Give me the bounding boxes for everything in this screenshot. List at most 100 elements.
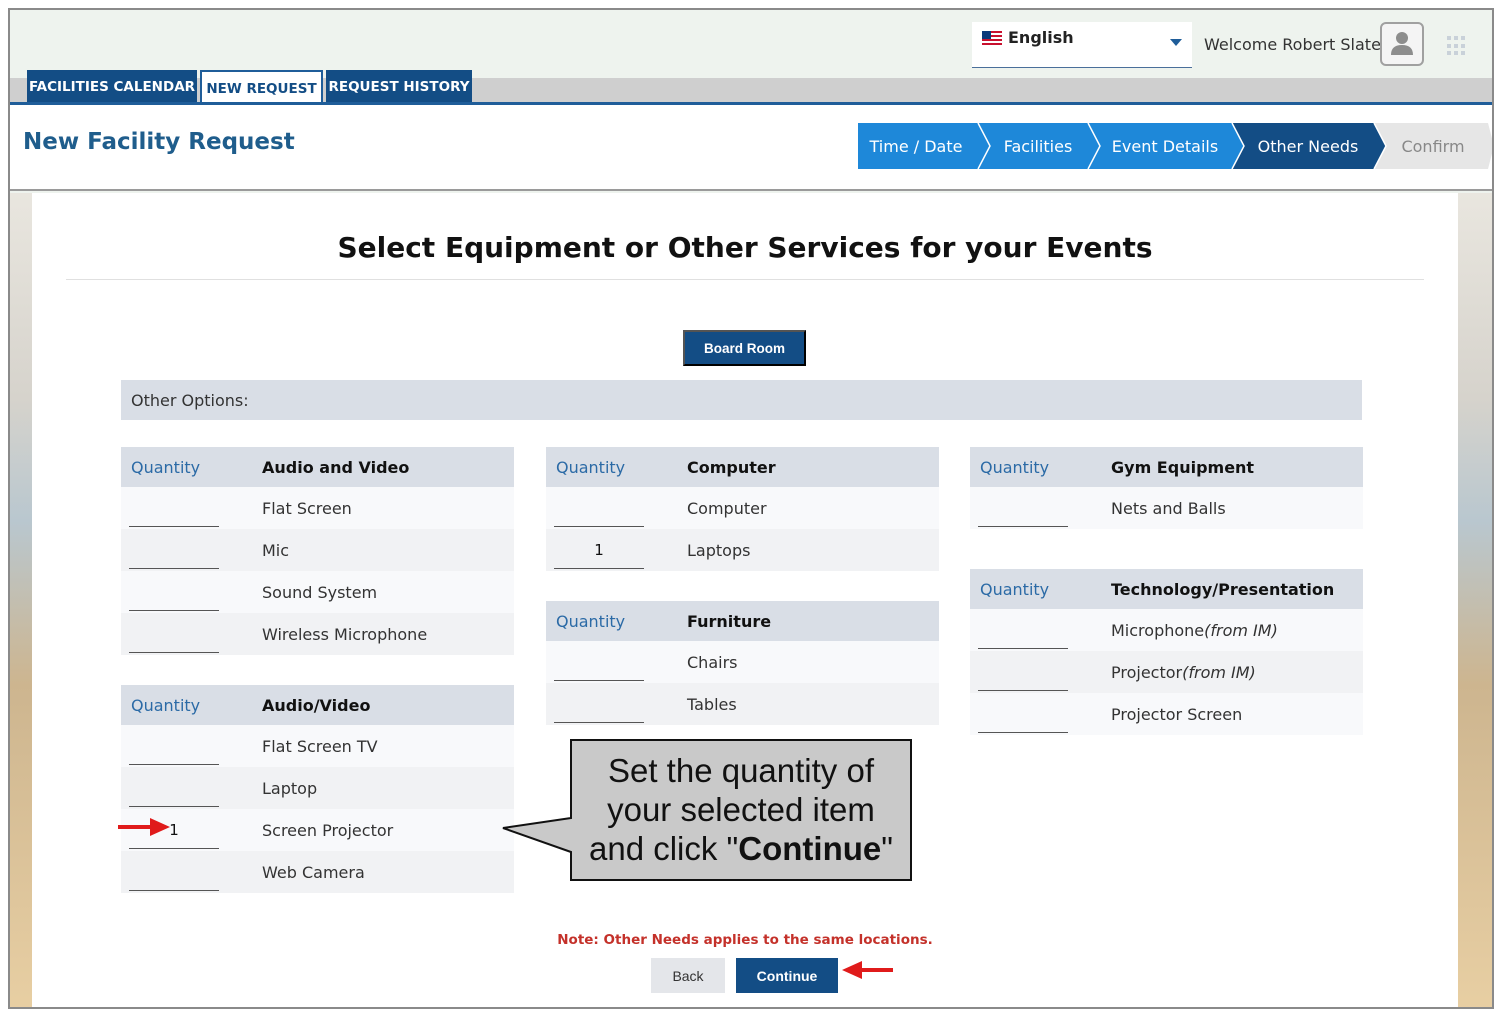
- item-name: Flat Screen TV: [262, 737, 378, 756]
- table-furniture: Quantity Furniture Chairs Tables: [546, 601, 939, 725]
- item-name: Laptops: [687, 541, 751, 560]
- page-header: New Facility Request Time / Date Facilit…: [10, 105, 1492, 191]
- back-button[interactable]: Back: [651, 958, 725, 993]
- quantity-input[interactable]: [554, 489, 644, 527]
- tab-new-request[interactable]: NEW REQUEST: [200, 70, 323, 106]
- item-name: Projector Screen: [1111, 705, 1243, 724]
- category-header: Technology/Presentation: [1111, 580, 1335, 599]
- callout-line: Set the quantity of: [607, 752, 874, 789]
- step-label: Event Details: [1112, 137, 1218, 156]
- table-row: Tables: [546, 683, 939, 725]
- item-name: Computer: [687, 499, 767, 518]
- quantity-input[interactable]: [978, 653, 1068, 691]
- quantity-header: Quantity: [131, 458, 201, 477]
- table-computer: Quantity Computer Computer Laptops: [546, 447, 939, 571]
- table-header: Quantity Technology/Presentation: [970, 569, 1363, 609]
- table-row: Laptops: [546, 529, 939, 571]
- quantity-input[interactable]: [554, 643, 644, 681]
- table-audio-video: Quantity Audio/Video Flat Screen TV Lapt…: [121, 685, 514, 893]
- step-label: Confirm: [1401, 137, 1464, 156]
- table-header: Quantity Audio/Video: [121, 685, 514, 725]
- quantity-input[interactable]: [129, 727, 219, 765]
- item-name: Projector(from IM): [1111, 663, 1256, 682]
- chevron-down-icon: [1170, 39, 1182, 46]
- apps-grid-icon[interactable]: [1447, 36, 1467, 56]
- table-row: Projector Screen: [970, 693, 1363, 735]
- table-header: Quantity Audio and Video: [121, 447, 514, 487]
- other-options-bar: Other Options:: [121, 380, 1362, 420]
- quantity-input[interactable]: [129, 573, 219, 611]
- quantity-input[interactable]: [978, 611, 1068, 649]
- welcome-text: Welcome Robert Slater: [1204, 35, 1388, 54]
- location-button[interactable]: Board Room: [683, 330, 806, 366]
- step-label: Facilities: [1004, 137, 1073, 156]
- user-avatar-button[interactable]: [1380, 22, 1424, 66]
- table-header: Quantity Gym Equipment: [970, 447, 1363, 487]
- quantity-header: Quantity: [556, 612, 626, 631]
- continue-button[interactable]: Continue: [736, 958, 838, 993]
- table-gym-equipment: Quantity Gym Equipment Nets and Balls: [970, 447, 1363, 529]
- quantity-input[interactable]: [129, 531, 219, 569]
- quantity-header: Quantity: [980, 580, 1050, 599]
- table-row: Sound System: [121, 571, 514, 613]
- quantity-input[interactable]: [129, 853, 219, 891]
- step-label: Other Needs: [1258, 137, 1359, 156]
- tab-facilities-calendar[interactable]: FACILITIES CALENDAR: [27, 70, 197, 104]
- table-row: Chairs: [546, 641, 939, 683]
- language-label: English: [1008, 28, 1074, 47]
- section-heading: Select Equipment or Other Services for y…: [337, 231, 1153, 264]
- table-row: Mic: [121, 529, 514, 571]
- category-header: Computer: [687, 458, 776, 477]
- item-name: Flat Screen: [262, 499, 352, 518]
- item-name: Wireless Microphone: [262, 625, 428, 644]
- quantity-header: Quantity: [980, 458, 1050, 477]
- us-flag-icon: [982, 31, 1002, 45]
- quantity-input[interactable]: [129, 615, 219, 653]
- table-header: Quantity Furniture: [546, 601, 939, 641]
- note-text: Note: Other Needs applies to the same lo…: [557, 932, 933, 948]
- quantity-input[interactable]: [129, 769, 219, 807]
- quantity-input[interactable]: [554, 531, 644, 569]
- item-name: Tables: [687, 695, 737, 714]
- top-bar: English Welcome Robert Slater: [10, 10, 1492, 78]
- item-name: Microphone(from IM): [1111, 621, 1278, 640]
- table-row: Screen Projector: [121, 809, 514, 851]
- table-row: Nets and Balls: [970, 487, 1363, 529]
- quantity-input[interactable]: [978, 695, 1068, 733]
- category-header: Furniture: [687, 612, 772, 631]
- item-name: Chairs: [687, 653, 738, 672]
- item-name: Sound System: [262, 583, 378, 602]
- item-name: Web Camera: [262, 863, 365, 882]
- table-row: Microphone(from IM): [970, 609, 1363, 651]
- category-header: Audio/Video: [262, 696, 371, 715]
- quantity-input[interactable]: [129, 811, 219, 849]
- quantity-input[interactable]: [129, 489, 219, 527]
- page-title: New Facility Request: [23, 129, 295, 155]
- tab-request-history[interactable]: REQUEST HISTORY: [326, 70, 472, 104]
- item-name: Screen Projector: [262, 821, 394, 840]
- table-row: Wireless Microphone: [121, 613, 514, 655]
- table-header: Quantity Computer: [546, 447, 939, 487]
- main-panel: Select Equipment or Other Services for y…: [32, 193, 1458, 1007]
- table-row: Projector(from IM): [970, 651, 1363, 693]
- table-row: Laptop: [121, 767, 514, 809]
- quantity-header: Quantity: [131, 696, 201, 715]
- quantity-input[interactable]: [554, 685, 644, 723]
- language-select[interactable]: English: [972, 22, 1192, 68]
- table-row: Computer: [546, 487, 939, 529]
- item-name: Laptop: [262, 779, 318, 798]
- item-name: Mic: [262, 541, 290, 560]
- callout-line: your selected item: [607, 791, 875, 828]
- category-header: Gym Equipment: [1111, 458, 1255, 477]
- callout-text: Set the quantity of your selected item a…: [571, 751, 911, 868]
- table-row: Flat Screen: [121, 487, 514, 529]
- user-icon: [1391, 32, 1413, 55]
- divider: [66, 279, 1424, 280]
- table-row: Flat Screen TV: [121, 725, 514, 767]
- item-name: Nets and Balls: [1111, 499, 1226, 518]
- category-header: Audio and Video: [262, 458, 410, 477]
- table-technology-presentation: Quantity Technology/Presentation Microph…: [970, 569, 1363, 735]
- callout-line: and click "Continue": [589, 830, 893, 867]
- step-label: Time / Date: [869, 137, 963, 156]
- quantity-input[interactable]: [978, 489, 1068, 527]
